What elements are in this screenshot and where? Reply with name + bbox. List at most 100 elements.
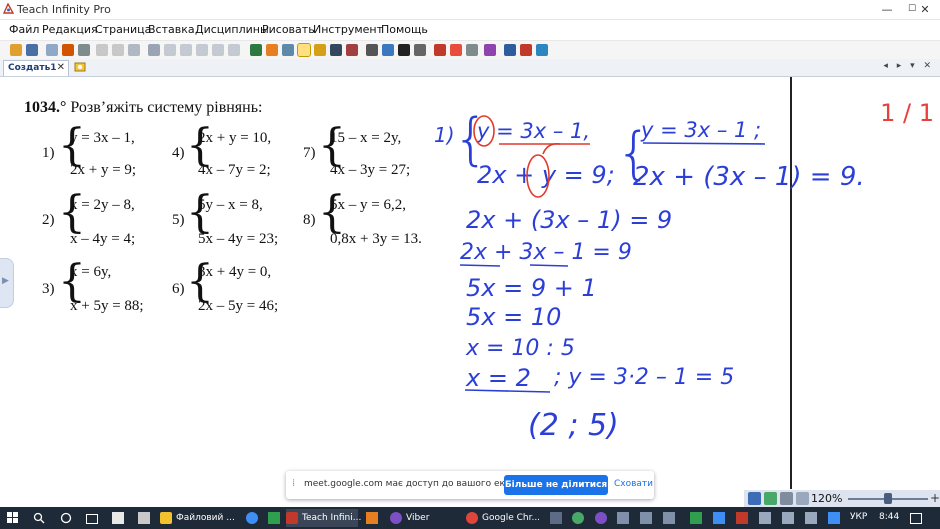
taskbar-label: Teach Infini...: [302, 513, 362, 523]
record-icon[interactable]: [520, 44, 532, 56]
hand-icon[interactable]: [128, 44, 140, 56]
new-page-icon[interactable]: [46, 44, 58, 56]
stop-sharing-button[interactable]: Більше не ділитися: [504, 475, 608, 495]
eraser-icon[interactable]: [346, 44, 358, 56]
tray-app-icon[interactable]: [690, 512, 702, 524]
taskbar-chrome[interactable]: Google Chr...: [466, 509, 542, 527]
side-panel-handle[interactable]: ▶: [0, 258, 14, 308]
capture-icon[interactable]: [484, 44, 496, 56]
select-arrow-icon[interactable]: [250, 44, 262, 56]
page-next-icon[interactable]: [112, 44, 124, 56]
zoom-slider-knob[interactable]: [884, 493, 892, 504]
play-icon[interactable]: [764, 492, 777, 505]
equation: 2x + y = 9;: [70, 162, 137, 178]
camera-icon[interactable]: [536, 44, 548, 56]
menu-edit[interactable]: Редакция: [42, 23, 98, 36]
delete-icon[interactable]: [228, 44, 240, 56]
screen-icon[interactable]: [504, 44, 516, 56]
close-button[interactable]: ✕: [910, 1, 940, 18]
clock[interactable]: 8:44: [879, 512, 899, 522]
menu-insert[interactable]: Вставка: [148, 23, 195, 36]
cortana-icon[interactable]: [60, 512, 72, 524]
menu-page[interactable]: Страница: [95, 23, 151, 36]
problem-label: 1): [42, 145, 55, 161]
tab-close-icon[interactable]: ✕: [57, 62, 65, 73]
taskbar-file-explorer[interactable]: Файловий ...: [160, 509, 256, 527]
insert-image-icon[interactable]: [62, 44, 74, 56]
paste-icon[interactable]: [212, 44, 224, 56]
onedrive-icon[interactable]: [828, 512, 840, 524]
notifications-icon[interactable]: [910, 513, 922, 524]
bluetooth-icon[interactable]: [663, 512, 675, 524]
windows-start-icon[interactable]: [7, 512, 19, 524]
tray-app-icon[interactable]: [640, 512, 652, 524]
language-indicator[interactable]: УКР: [850, 512, 867, 522]
menu-file[interactable]: Файл: [9, 23, 39, 36]
line-icon[interactable]: [382, 44, 394, 56]
edge-icon[interactable]: [246, 512, 258, 524]
problem-label: 8): [303, 212, 316, 228]
tray-app-icon[interactable]: [550, 512, 562, 524]
volume-icon[interactable]: [617, 512, 629, 524]
brush-icon[interactable]: [330, 44, 342, 56]
undo-icon[interactable]: [148, 44, 160, 56]
taskbar-teach-infinity[interactable]: Teach Infini...: [286, 509, 362, 527]
fit-page-icon[interactable]: [748, 492, 761, 505]
pencil-icon[interactable]: [282, 44, 294, 56]
zoom-in-button[interactable]: +: [930, 491, 940, 505]
share-message: meet.google.com має доступ до вашого екр…: [304, 479, 531, 489]
pen-icon[interactable]: [297, 43, 311, 57]
task-view-icon[interactable]: [86, 514, 98, 524]
menu-disciplines[interactable]: Дисциплины: [195, 23, 269, 36]
equation: 2x + y = 10,: [198, 130, 272, 146]
magic-pen-icon[interactable]: [266, 44, 278, 56]
new-tab-icon[interactable]: [74, 61, 87, 73]
shape-icon[interactable]: [366, 44, 378, 56]
equation: x – 4y = 4;: [70, 231, 136, 247]
hide-button[interactable]: Сховати: [614, 479, 653, 489]
battery-icon[interactable]: [759, 512, 771, 524]
taskbar-viber[interactable]: Viber: [390, 509, 454, 527]
title-bar: Teach Infinity Pro — ☐ ✕: [0, 0, 940, 20]
copy-icon[interactable]: [196, 44, 208, 56]
keyboard-icon[interactable]: [466, 44, 478, 56]
tab-create1[interactable]: Создать1 ✕: [3, 60, 69, 76]
formula-icon[interactable]: [434, 44, 446, 56]
open-icon[interactable]: [10, 44, 22, 56]
highlighter-icon[interactable]: [314, 44, 326, 56]
print-icon[interactable]: [78, 44, 90, 56]
canvas-area[interactable]: [0, 77, 940, 489]
move-icon[interactable]: [780, 492, 793, 505]
store-icon[interactable]: [112, 512, 124, 524]
cut-icon[interactable]: [180, 44, 192, 56]
speaker-icon[interactable]: [805, 512, 817, 524]
zoom-level: 120%: [811, 492, 843, 505]
tray-app-icon[interactable]: [572, 512, 584, 524]
menu-draw[interactable]: Рисовать: [262, 23, 315, 36]
menu-help[interactable]: Помощь: [381, 23, 428, 36]
equation: 2x – 5y = 46;: [198, 298, 279, 314]
exercise-instruction: Розв’яжіть систему рівнянь:: [70, 99, 263, 116]
tray-viber-icon[interactable]: [595, 512, 607, 524]
fill-icon[interactable]: [414, 44, 426, 56]
tab-navigation[interactable]: ◂ ▸ ▾ ✕: [883, 61, 934, 71]
drag-handle-icon[interactable]: ⁞: [292, 478, 295, 489]
app-icon[interactable]: [366, 512, 378, 524]
redo-icon[interactable]: [164, 44, 176, 56]
zoom-icon[interactable]: [796, 492, 809, 505]
text-icon[interactable]: [398, 44, 410, 56]
screen-share-bar: ⁞ meet.google.com має доступ до вашого е…: [286, 471, 654, 499]
page-prev-icon[interactable]: [96, 44, 108, 56]
problem-label: 5): [172, 212, 185, 228]
equation: x = 2y – 8,: [70, 197, 135, 213]
network-icon[interactable]: [782, 512, 794, 524]
photos-icon[interactable]: [268, 512, 280, 524]
save-icon[interactable]: [26, 44, 38, 56]
spellcheck-icon[interactable]: [450, 44, 462, 56]
tray-app-icon[interactable]: [736, 512, 748, 524]
menu-tool[interactable]: Инструмент: [313, 23, 383, 36]
calculator-icon[interactable]: [138, 512, 150, 524]
tray-app-icon[interactable]: [713, 512, 725, 524]
tab-label: Создать1: [8, 63, 57, 73]
search-icon[interactable]: [33, 512, 45, 524]
